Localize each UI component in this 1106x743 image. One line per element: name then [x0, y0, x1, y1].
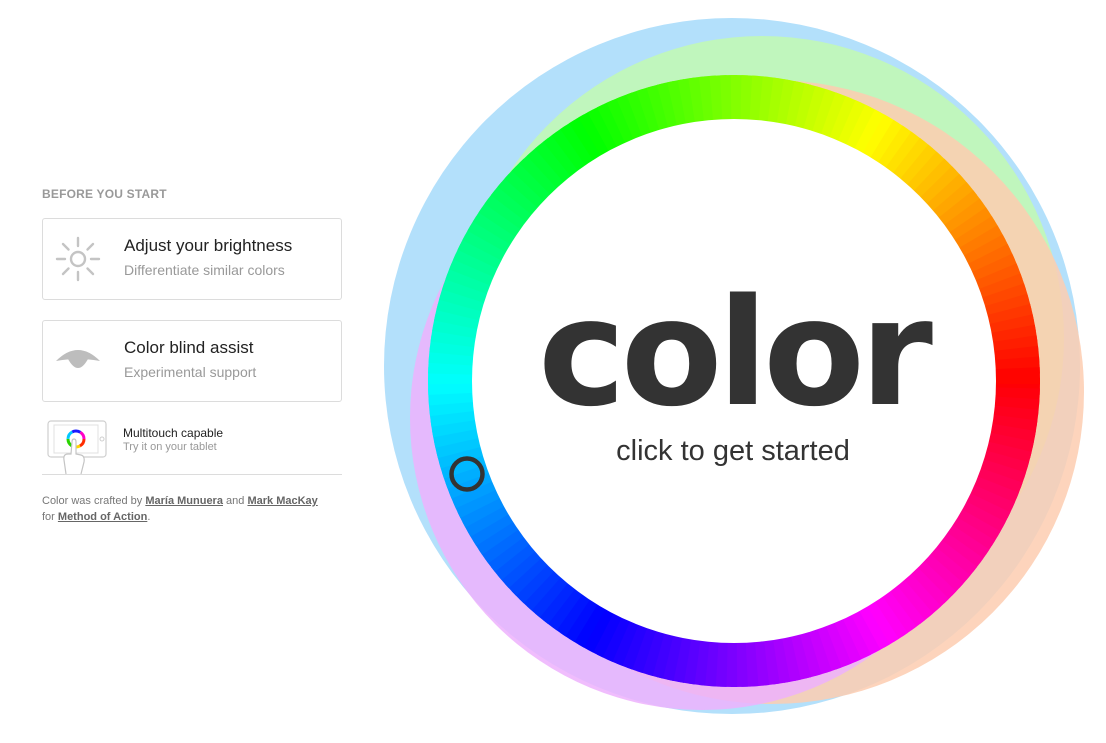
logo-text: color — [538, 267, 933, 439]
start-prompt[interactable]: click to get started — [433, 435, 1033, 468]
